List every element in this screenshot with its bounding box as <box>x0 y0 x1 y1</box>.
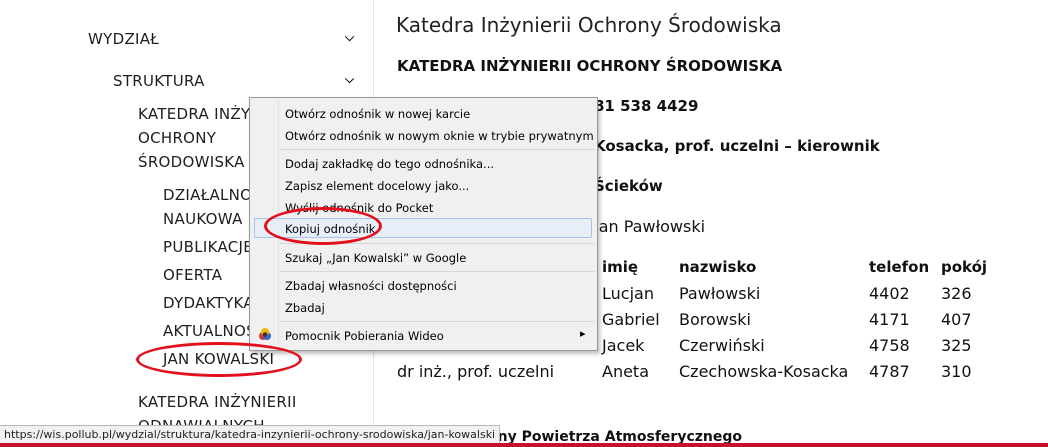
table-cell-last: Borowski <box>679 310 751 329</box>
video-downloader-icon <box>258 327 272 341</box>
table-cell-room: 325 <box>941 336 972 355</box>
table-cell-phone: 4171 <box>869 310 910 329</box>
chevron-down-icon[interactable]: ⌵ <box>345 30 354 45</box>
table-cell-last: Czerwiński <box>679 336 765 355</box>
menu-item-video-downloader[interactable]: Pomocnik Pobierania Wideo <box>285 329 444 343</box>
table-cell-first: Aneta <box>602 362 650 381</box>
section-heading: KATEDRA INŻYNIERII OCHRONY ŚRODOWISKA <box>397 57 783 75</box>
table-cell-first: Lucjan <box>602 284 654 303</box>
table-cell-first: Jacek <box>602 336 645 355</box>
table-cell-last: Pawłowski <box>679 284 761 303</box>
table-header-last-name: nazwisko <box>679 258 757 276</box>
table-cell-phone: 4758 <box>869 336 910 355</box>
menu-item-save-link-as[interactable]: Zapisz element docelowy jako... <box>285 179 469 193</box>
table-cell-phone: 4402 <box>869 284 910 303</box>
table-cell-room: 310 <box>941 362 972 381</box>
nav-item-struktura[interactable]: STRUKTURA <box>113 72 205 90</box>
menu-separator <box>280 321 595 322</box>
nav-item-dzialalnosc-line2[interactable]: NAUKOWA <box>163 210 243 228</box>
phone-number: 81 538 4429 <box>594 97 699 115</box>
nav-item-katedra-line2[interactable]: OCHRONY <box>138 129 216 147</box>
nav-item-wydzial[interactable]: WYDZIAŁ <box>88 30 159 48</box>
nav-item-publikacje[interactable]: PUBLIKACJE <box>163 238 253 256</box>
annotation-ellipse-jan-kowalski <box>136 342 302 377</box>
menu-item-open-private-window[interactable]: Otwórz odnośnik w nowym oknie w trybie p… <box>285 129 594 143</box>
submenu-arrow-icon: ▸ <box>580 327 586 340</box>
subsection-head: Jan Pawłowski <box>594 217 706 236</box>
table-cell-room: 326 <box>941 284 972 303</box>
menu-item-inspect-accessibility[interactable]: Zbadaj własności dostępności <box>285 279 457 293</box>
nav-item-oferta[interactable]: OFERTA <box>163 266 222 284</box>
subsection-heading: Ścieków <box>594 177 663 195</box>
table-header-first-name: imię <box>602 258 639 276</box>
page-title: Katedra Inżynierii Ochrony Środowiska <box>396 13 782 37</box>
status-bar-url: https://wis.pollub.pl/wydzial/struktura/… <box>0 425 501 445</box>
table-cell-title: dr inż., prof. uczelni <box>397 362 555 381</box>
table-cell-phone: 4787 <box>869 362 910 381</box>
menu-separator <box>280 149 595 150</box>
table-header-phone: telefon <box>869 258 930 276</box>
table-cell-first: Gabriel <box>602 310 660 329</box>
table-cell-last: Czechowska-Kosacka <box>679 362 849 381</box>
menu-item-open-new-tab[interactable]: Otwórz odnośnik w nowej karcie <box>285 107 470 121</box>
head-of-department: Kosacka, prof. uczelni – kierownik <box>594 137 880 155</box>
footer-brand-line <box>0 443 1048 447</box>
nav-item-katedra-line3[interactable]: ŚRODOWISKA <box>138 153 245 171</box>
nav-item-dydaktyka[interactable]: DYDAKTYKA <box>163 294 254 312</box>
menu-separator <box>280 271 595 272</box>
chevron-down-icon[interactable]: ⌵ <box>345 72 354 87</box>
table-header-room: pokój <box>941 258 988 276</box>
table-cell-room: 407 <box>941 310 972 329</box>
nav-item-katedra2-line1[interactable]: KATEDRA INŻYNIERII <box>138 393 297 411</box>
menu-item-bookmark-link[interactable]: Dodaj zakładkę do tego odnośnika... <box>285 157 494 171</box>
menu-item-inspect[interactable]: Zbadaj <box>285 301 325 315</box>
menu-item-search-google[interactable]: Szukaj „Jan Kowalski” w Google <box>285 251 466 265</box>
annotation-ellipse-copy-link <box>264 207 382 245</box>
